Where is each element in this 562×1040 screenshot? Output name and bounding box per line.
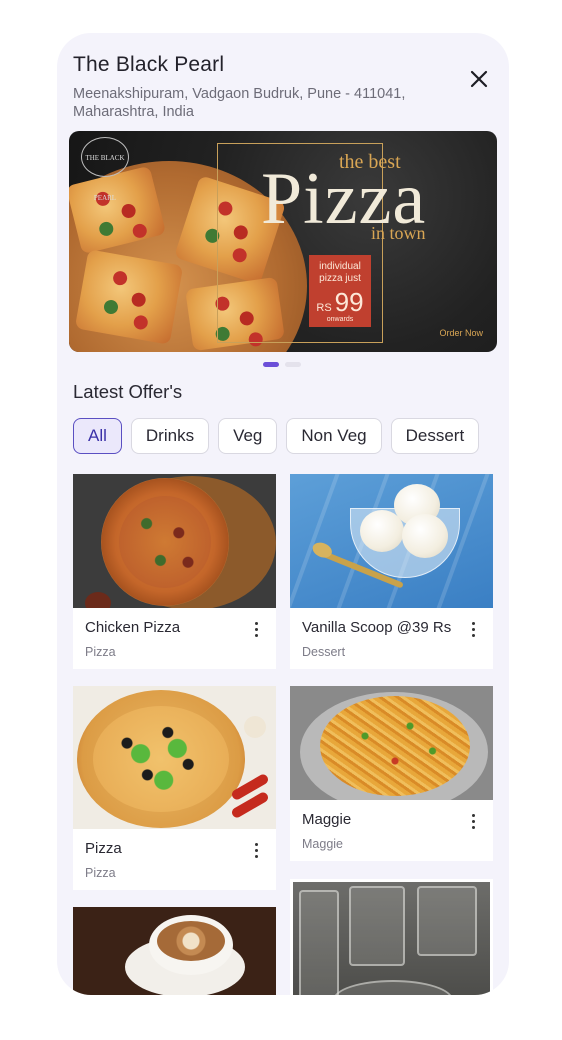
kebab-menu-icon[interactable]: [467, 622, 479, 638]
kebab-menu-icon[interactable]: [467, 814, 479, 830]
banner-logo: THE BLACK PEARL: [81, 137, 129, 202]
filter-chip-drinks[interactable]: Drinks: [130, 418, 210, 454]
filter-chip-all[interactable]: All: [73, 418, 122, 454]
filter-chip-veg[interactable]: Veg: [218, 418, 278, 454]
veg-pizza-photo: [73, 686, 276, 829]
banner-price-badge: individual pizza just RS 99 onwards: [309, 255, 371, 327]
ice-cream-photo: [290, 474, 493, 608]
item-category: Pizza: [85, 866, 116, 880]
item-category: Dessert: [302, 645, 346, 659]
price-currency: RS: [316, 302, 332, 314]
app-screen: The Black Pearl Meenakshipuram, Vadgaon …: [57, 33, 509, 995]
price-value: 99: [334, 287, 364, 317]
item-category: Maggie: [302, 837, 343, 851]
carousel-dot[interactable]: [285, 362, 301, 367]
coffee-photo: [73, 907, 276, 995]
restaurant-name: The Black Pearl: [73, 53, 225, 76]
noodles-photo: [290, 686, 493, 800]
glasses-photo: [293, 882, 490, 995]
offer-card[interactable]: Vanilla Scoop @39 Rs Dessert: [290, 474, 493, 669]
offer-card[interactable]: [290, 879, 493, 995]
filter-chips: All Drinks Veg Non Veg Dessert: [73, 418, 480, 454]
offer-card[interactable]: Chicken Pizza Pizza: [73, 474, 276, 669]
offer-line-2: pizza just: [319, 273, 361, 284]
carousel-dot-active[interactable]: [263, 362, 279, 367]
item-name: Chicken Pizza: [85, 619, 181, 636]
section-title: Latest Offer's: [73, 381, 183, 402]
pizza-photo: [73, 474, 276, 608]
carousel-indicator: [263, 362, 301, 367]
pizza-slice-image: [74, 249, 184, 345]
restaurant-header: The Black Pearl Meenakshipuram, Vadgaon …: [73, 53, 493, 121]
banner-tagline-bottom: in town: [371, 223, 426, 243]
filter-chip-dessert[interactable]: Dessert: [390, 418, 480, 454]
filter-chip-non-veg[interactable]: Non Veg: [286, 418, 382, 454]
kebab-menu-icon[interactable]: [250, 843, 262, 859]
offer-line-1: individual: [319, 261, 361, 272]
offer-card[interactable]: Pizza Pizza: [73, 686, 276, 890]
promo-banner[interactable]: THE BLACK PEARL the best Pizza in town i…: [69, 131, 497, 352]
item-name: Vanilla Scoop @39 Rs: [302, 619, 452, 636]
item-category: Pizza: [85, 645, 116, 659]
restaurant-address: Meenakshipuram, Vadgaon Budruk, Pune - 4…: [73, 86, 406, 120]
offer-card[interactable]: [73, 907, 276, 995]
close-icon: [470, 70, 488, 88]
offer-grid: Chicken Pizza Pizza Vanilla Scoop @39 Rs…: [73, 474, 493, 995]
close-button[interactable]: [465, 65, 493, 93]
banner-cta: Order Now: [439, 328, 483, 338]
kebab-menu-icon[interactable]: [250, 622, 262, 638]
item-name: Maggie: [302, 811, 352, 828]
item-name: Pizza: [85, 840, 122, 857]
offer-card[interactable]: Maggie Maggie: [290, 686, 493, 861]
